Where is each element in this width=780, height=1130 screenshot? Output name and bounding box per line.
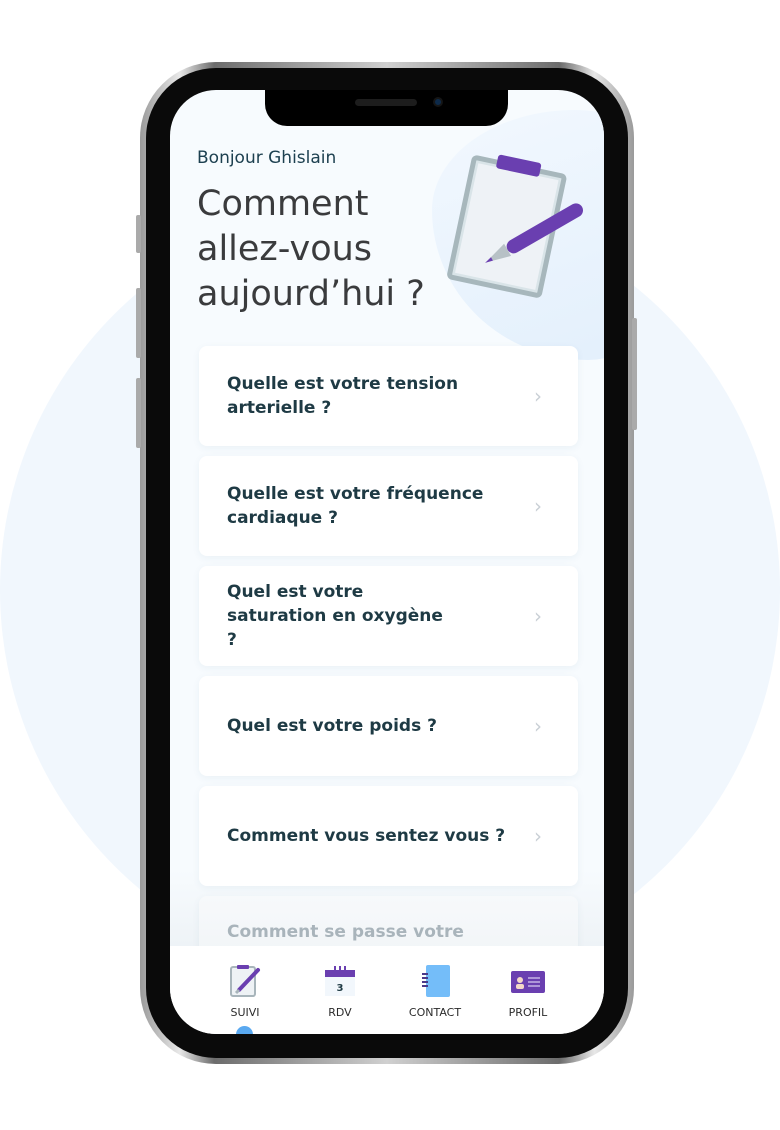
clipboard-pen-icon	[230, 965, 260, 997]
nav-item-suivi[interactable]: SUIVI	[205, 964, 285, 1019]
mute-switch	[136, 215, 141, 253]
nav-item-profil[interactable]: PROFIL	[488, 964, 568, 1019]
bottom-nav: SUIVI 3 RDV CONTACT PROFIL	[170, 946, 604, 1034]
question-label: Quel est votre poids ?	[227, 716, 437, 736]
calendar-day: 3	[337, 983, 344, 994]
id-card-icon	[511, 971, 545, 993]
volume-down-button	[136, 378, 141, 448]
chevron-right-icon: ›	[534, 824, 542, 848]
question-card-saturation[interactable]: Quel est votre saturation en oxygène ? ›	[199, 566, 578, 666]
notebook-icon	[422, 965, 450, 997]
question-card-frequence[interactable]: Quelle est votre fréquence cardiaque ? ›	[199, 456, 578, 556]
chevron-right-icon: ›	[534, 494, 542, 518]
question-label: Comment se passe votre	[227, 922, 464, 942]
nav-label: SUIVI	[230, 1006, 260, 1019]
question-label: Quel est votre saturation en oxygène ?	[227, 582, 443, 650]
question-card-poids[interactable]: Quel est votre poids ? ›	[199, 676, 578, 776]
question-card-tension[interactable]: Quelle est votre tension arterielle ? ›	[199, 346, 578, 446]
greeting: Bonjour Ghislain	[197, 148, 337, 168]
chevron-right-icon: ›	[534, 714, 542, 738]
question-label: Comment vous sentez vous ?	[227, 826, 506, 846]
nav-label: PROFIL	[508, 1006, 548, 1019]
active-indicator	[236, 1026, 253, 1034]
nav-label: RDV	[328, 1006, 352, 1019]
nav-label: CONTACT	[408, 1006, 462, 1019]
chevron-right-icon: ›	[534, 604, 542, 628]
notch	[265, 90, 508, 126]
nav-item-contact[interactable]: CONTACT	[395, 964, 475, 1019]
calendar-icon: 3	[325, 966, 355, 996]
app-screen: Bonjour Ghislain Comment allez-vous aujo…	[170, 90, 604, 1034]
chevron-right-icon: ›	[534, 384, 542, 408]
question-label: Quelle est votre fréquence cardiaque ?	[227, 484, 484, 528]
power-button	[632, 318, 637, 430]
volume-up-button	[136, 288, 141, 358]
page-title: Comment allez-vous aujourd’hui ?	[197, 184, 425, 314]
question-card-sentiment[interactable]: Comment vous sentez vous ? ›	[199, 786, 578, 886]
clipboard-pen-icon	[447, 154, 584, 298]
question-label: Quelle est votre tension arterielle ?	[227, 374, 459, 418]
nav-item-rdv[interactable]: 3 RDV	[300, 964, 380, 1019]
